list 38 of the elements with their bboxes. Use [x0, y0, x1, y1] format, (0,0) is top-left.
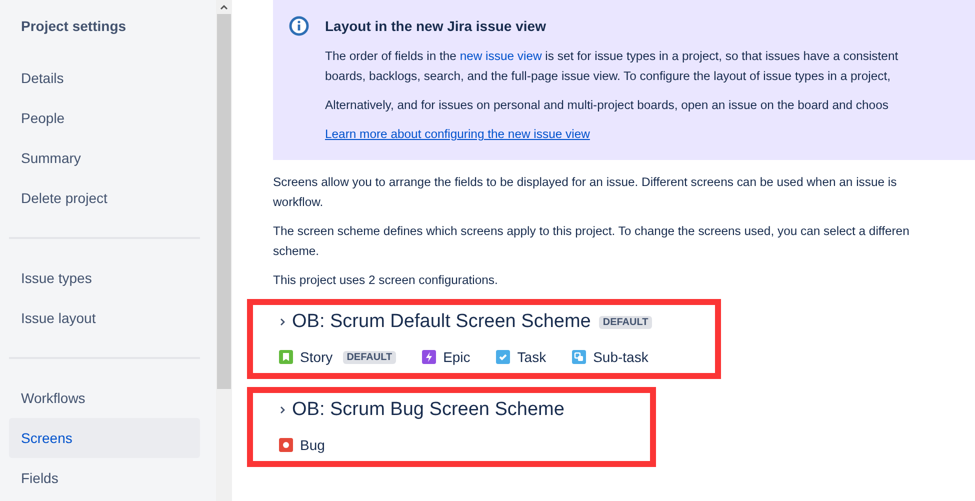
- sidebar-item[interactable]: Summary: [9, 138, 200, 178]
- sidebar-item[interactable]: Issue layout: [9, 298, 200, 338]
- default-badge: DEFAULT: [342, 350, 396, 364]
- chevron-icon[interactable]: [279, 318, 287, 326]
- description-paragraph: The screen scheme defines which screens apply to this project. To change the screens used, you can select a differen scheme.: [273, 223, 910, 260]
- issue-type-label: Sub-task: [593, 349, 648, 365]
- subtask-icon: [572, 350, 586, 364]
- issue-type-label: Bug: [300, 437, 325, 453]
- bookmark-icon: [279, 350, 293, 364]
- scrollbar[interactable]: [216, 0, 232, 501]
- chevron-icon[interactable]: [279, 406, 287, 414]
- sidebar-item[interactable]: Details: [9, 58, 200, 98]
- issue-type-label: Story: [300, 349, 333, 365]
- banner-title: Layout in the new Jira issue view: [325, 18, 547, 34]
- checkbox-icon: [496, 350, 510, 364]
- bug-icon: [279, 438, 293, 452]
- banner-paragraph: Alternatively, and for issues on personal and multi-project boards, open an issue on the board and choos: [325, 97, 890, 114]
- issue-type-label: Task: [517, 349, 546, 365]
- sidebar-item[interactable]: Fields: [9, 458, 200, 498]
- scrollbar-thumb[interactable]: [217, 14, 231, 389]
- sidebar-item[interactable]: Workflows: [9, 378, 200, 418]
- description-paragraph: This project uses 2 screen configurations.: [273, 272, 499, 289]
- new-issue-view-link[interactable]: new issue view: [460, 49, 542, 63]
- scroll-up-icon[interactable]: [219, 2, 229, 12]
- info-icon: [289, 16, 309, 36]
- default-badge: DEFAULT: [598, 316, 652, 328]
- scheme-name[interactable]: OB: Scrum Default Screen Scheme: [292, 311, 591, 333]
- issue-type-label: Epic: [443, 349, 470, 365]
- scheme-name[interactable]: OB: Scrum Bug Screen Scheme: [292, 399, 564, 421]
- banner-paragraph: The order of fields in the new issue view is set for issue types in a project, so that issues have a consistent boards, backlogs, search, and the full-page issue view. To configure the layout of issue types in a project,: [325, 48, 898, 85]
- sidebar-item[interactable]: Screens: [9, 418, 200, 458]
- sidebar-item[interactable]: People: [9, 98, 200, 138]
- description-paragraph: Screens allow you to arrange the fields to be displayed for an issue. Different screens can be used when an issue is workflow.: [273, 174, 898, 211]
- lightning-icon: [422, 350, 436, 364]
- learn-more-link[interactable]: Learn more about configuring the new issue view: [325, 127, 590, 141]
- sidebar-title: Project settings: [20, 18, 128, 36]
- sidebar-item[interactable]: Delete project: [9, 178, 200, 218]
- sidebar-item[interactable]: Issue types: [9, 258, 200, 298]
